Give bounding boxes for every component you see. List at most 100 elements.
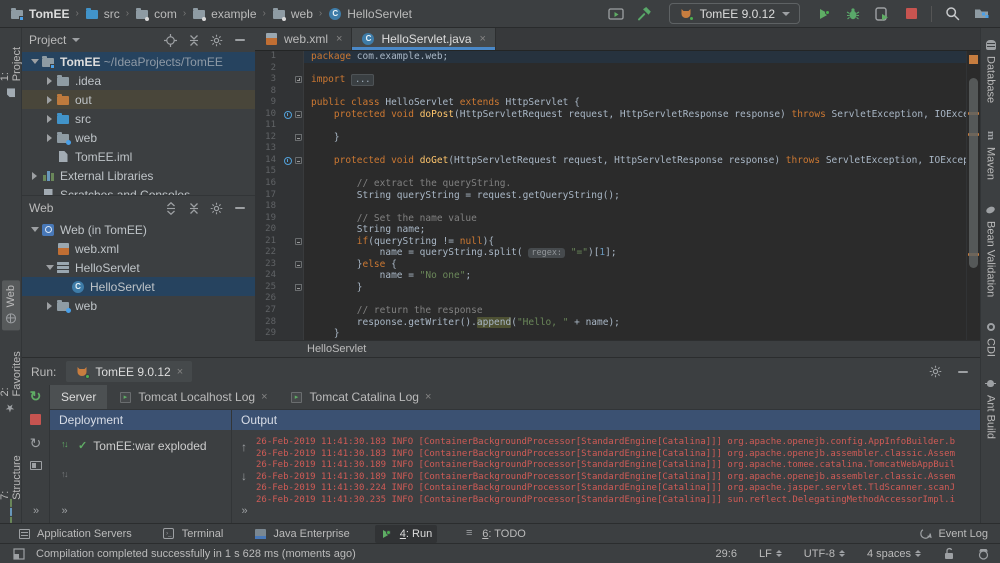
code-line-24[interactable]: 24 name = "No one";: [255, 270, 966, 282]
chevron-right-icon[interactable]: [43, 115, 56, 123]
more-actions-icon[interactable]: »: [61, 505, 66, 517]
close-icon[interactable]: ×: [177, 366, 183, 378]
tree-item-tomee-iml[interactable]: TomEE.iml: [22, 147, 255, 166]
breadcrumb-item-tomee[interactable]: TomEE: [10, 7, 69, 21]
server-log-output[interactable]: 26-Feb-2019 11:41:30.183 INFO [Container…: [256, 430, 980, 523]
code-line-20[interactable]: 20 String name;: [255, 224, 966, 236]
tree-item-out[interactable]: out: [22, 90, 255, 109]
collapse-all-icon[interactable]: [185, 200, 202, 216]
close-icon[interactable]: ×: [261, 391, 267, 403]
close-icon[interactable]: ×: [425, 391, 431, 403]
error-stripe-warning-icon[interactable]: [969, 55, 978, 64]
toolwindow-switcher-icon[interactable]: [10, 545, 28, 563]
fold-marker-icon[interactable]: [295, 284, 302, 291]
code-line-9[interactable]: 9public class HelloServlet extends HttpS…: [255, 97, 966, 109]
event-log-button[interactable]: Event Log: [919, 527, 988, 540]
code-line-21[interactable]: 21 if(queryString != null){: [255, 236, 966, 248]
code-line-27[interactable]: 27 // return the response: [255, 305, 966, 317]
debug-button[interactable]: [844, 5, 862, 23]
hide-panel-icon[interactable]: [231, 200, 248, 216]
status-message[interactable]: Compilation completed successfully in 1 …: [36, 548, 356, 560]
indent-selector[interactable]: 4 spaces: [867, 548, 921, 560]
tree-item-idea[interactable]: .idea: [22, 71, 255, 90]
tool-tab-database[interactable]: Database: [982, 33, 1000, 108]
scroll-down-icon[interactable]: ↓: [241, 469, 247, 483]
chevron-right-icon[interactable]: [43, 302, 56, 310]
expand-all-icon[interactable]: [162, 200, 179, 216]
code-line-28[interactable]: 28 response.getWriter().append("Hello, "…: [255, 317, 966, 329]
toolwindow-button-java-enterprise[interactable]: Java Enterprise: [248, 525, 354, 543]
fold-marker-icon[interactable]: [295, 134, 302, 141]
run-button[interactable]: [815, 5, 833, 23]
breadcrumb-item-example[interactable]: example: [192, 7, 256, 21]
code-line-12[interactable]: 12 }: [255, 132, 966, 144]
tree-item-src[interactable]: src: [22, 109, 255, 128]
hide-panel-icon[interactable]: [231, 32, 248, 48]
override-method-icon[interactable]: [284, 111, 292, 119]
unlock-icon[interactable]: [943, 547, 955, 560]
tool-tab-7-structure[interactable]: 7: Structure: [0, 443, 25, 523]
close-icon[interactable]: ×: [336, 33, 342, 45]
tool-tab-ant-build[interactable]: Ant Build: [982, 372, 1000, 444]
tool-tab-bean-validation[interactable]: Bean Validation: [982, 198, 1000, 302]
breadcrumb-item-com[interactable]: com: [135, 7, 177, 21]
breadcrumb-item-src[interactable]: src: [85, 7, 120, 21]
code-line-23[interactable]: 23 }else {: [255, 259, 966, 271]
more-actions-icon[interactable]: »: [33, 505, 38, 517]
toolwindow-button-6-todo[interactable]: ≡6: TODO: [457, 525, 531, 543]
fold-marker-icon[interactable]: [295, 76, 302, 83]
search-everywhere-icon[interactable]: [943, 5, 961, 23]
code-line-16[interactable]: 16 // extract the queryString.: [255, 178, 966, 190]
tree-item-tomee[interactable]: TomEE ~/IdeaProjects/TomEE: [22, 52, 255, 71]
chevron-right-icon[interactable]: [43, 96, 56, 104]
chevron-right-icon[interactable]: [43, 77, 56, 85]
code-line-29[interactable]: 29 }: [255, 328, 966, 340]
run-configuration-dropdown[interactable]: TomEE 9.0.12: [669, 3, 800, 24]
run-tab-server[interactable]: Server: [50, 385, 107, 409]
collapse-all-icon[interactable]: [185, 32, 202, 48]
caret-position[interactable]: 29:6: [716, 548, 737, 560]
scroll-up-icon[interactable]: ↑: [241, 440, 247, 454]
code-line-17[interactable]: 17 String queryString = request.getQuery…: [255, 190, 966, 202]
close-icon[interactable]: ×: [480, 33, 486, 45]
stop-server-icon[interactable]: [30, 414, 41, 425]
tree-item-web-xml[interactable]: web.xml: [22, 239, 255, 258]
locate-file-icon[interactable]: [162, 32, 179, 48]
refresh-deployment-icon[interactable]: ↻: [30, 436, 42, 450]
build-hammer-icon[interactable]: [636, 5, 654, 23]
code-line-26[interactable]: 26: [255, 293, 966, 305]
run-tab-tomcat-localhost-log[interactable]: ▸Tomcat Localhost Log×: [107, 385, 278, 409]
override-method-icon[interactable]: [284, 157, 292, 165]
code-line-18[interactable]: 18: [255, 201, 966, 213]
chevron-down-icon[interactable]: [28, 227, 41, 232]
run-dashboard-icon[interactable]: [607, 5, 625, 23]
code-line-8[interactable]: 8: [255, 86, 966, 98]
scrollbar-thumb[interactable]: [969, 78, 978, 268]
tool-tab-1-project[interactable]: 1: Project: [0, 34, 25, 104]
fold-marker-icon[interactable]: [295, 261, 302, 268]
toolwindow-button-4-run[interactable]: 4: Run: [375, 525, 437, 543]
fold-marker-icon[interactable]: [295, 157, 302, 164]
project-structure-icon[interactable]: [972, 5, 990, 23]
code-editor[interactable]: 1package com.example.web;23import ...89p…: [255, 51, 966, 340]
editor-tab-web-xml[interactable]: web.xml×: [255, 28, 352, 50]
code-line-19[interactable]: 19 // Set the name value: [255, 213, 966, 225]
code-line-1[interactable]: 1package com.example.web;: [255, 51, 966, 63]
stop-button[interactable]: [902, 5, 920, 23]
tree-item-web[interactable]: web: [22, 296, 255, 315]
rerun-server-icon[interactable]: ↻: [30, 389, 42, 403]
chevron-down-icon[interactable]: [43, 265, 56, 270]
run-config-tab[interactable]: TomEE 9.0.12 ×: [66, 361, 192, 382]
restore-layout-icon[interactable]: [30, 461, 42, 470]
encoding-selector[interactable]: UTF-8: [804, 548, 845, 560]
code-line-10[interactable]: 10 protected void doPost(HttpServletRequ…: [255, 109, 966, 121]
settings-gear-icon[interactable]: [208, 32, 225, 48]
line-separator-selector[interactable]: LF: [759, 548, 782, 560]
editor-tab-helloservlet-java[interactable]: CHelloServlet.java×: [352, 28, 495, 50]
tree-item-web-in-tomee[interactable]: Web (in TomEE): [22, 220, 255, 239]
breadcrumb-item-web[interactable]: web: [272, 7, 313, 21]
settings-gear-icon[interactable]: [927, 364, 944, 380]
toolwindow-button-application-servers[interactable]: Application Servers: [12, 525, 137, 543]
editor-breadcrumb-item[interactable]: HelloServlet: [307, 343, 366, 355]
code-line-15[interactable]: 15: [255, 166, 966, 178]
